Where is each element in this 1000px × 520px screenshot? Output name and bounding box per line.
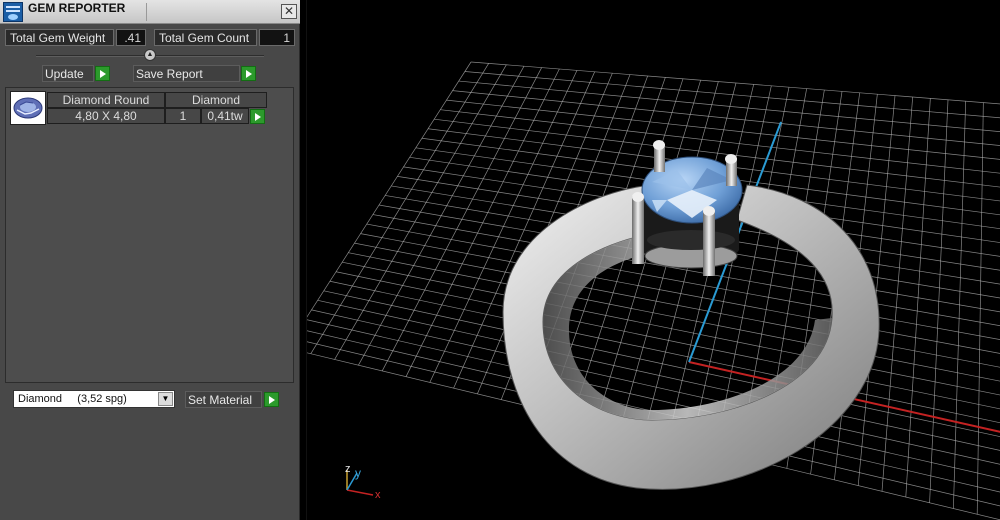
grid-line (929, 99, 949, 503)
ring-model[interactable] (502, 140, 880, 490)
grid-line (976, 102, 984, 515)
chevron-down-icon[interactable]: ▼ (158, 392, 173, 406)
window-title: GEM REPORTER (28, 1, 126, 15)
collapse-toggle-icon[interactable]: ▲ (144, 49, 156, 61)
axis-gizmo: z y x (345, 463, 381, 501)
prong-back-left (653, 140, 665, 172)
close-icon[interactable]: ✕ (281, 4, 297, 19)
total-gem-count-label: Total Gem Count (154, 29, 257, 46)
prong-back-right (725, 154, 737, 186)
total-gem-weight-value: .41 (116, 29, 146, 46)
grid-line (470, 61, 1000, 105)
grid-line (342, 261, 1000, 396)
gizmo-y-label: y (355, 466, 361, 480)
gem-row-count: 1 (165, 108, 201, 124)
title-divider (146, 3, 147, 21)
prong-front-left (632, 192, 644, 264)
gizmo-x-label: x (375, 489, 381, 501)
set-material-button[interactable]: Set Material (185, 391, 262, 408)
gem-row-select-play-icon[interactable] (250, 109, 265, 124)
gem-header-shape: Diamond Round (47, 92, 165, 108)
grid-line (905, 98, 931, 498)
gem-header-material: Diamond (165, 92, 267, 108)
set-material-play-icon[interactable] (264, 392, 279, 407)
gem-row-size: 4,80 X 4,80 (47, 108, 165, 124)
grid-line (881, 96, 914, 492)
total-gem-weight-label: Total Gem Weight (5, 29, 114, 46)
grid-line (458, 80, 1000, 132)
3d-viewport[interactable]: z y x (306, 0, 1000, 520)
gem-reporter-panel: GEM REPORTER ✕ Total Gem Weight .41 Tota… (0, 0, 300, 520)
material-select[interactable]: Diamond (3,52 spg) (13, 390, 175, 408)
gizmo-z-label: z (345, 463, 351, 475)
title-bar: GEM REPORTER ✕ (0, 0, 300, 24)
grid-line (335, 271, 1000, 410)
update-play-icon[interactable] (95, 66, 110, 81)
diamond-round-thumbnail-icon (10, 91, 46, 125)
save-report-button[interactable]: Save Report (133, 65, 240, 82)
gem-reporter-app-icon (3, 2, 23, 22)
grid-line (446, 99, 1000, 160)
gem-row-weight: 0,41tw (201, 108, 249, 124)
prong-front-right (703, 206, 715, 276)
update-button[interactable]: Update (42, 65, 94, 82)
grid-line (953, 101, 967, 509)
total-gem-count-value: 1 (259, 29, 295, 46)
save-report-play-icon[interactable] (241, 66, 256, 81)
gem-list (5, 87, 294, 383)
